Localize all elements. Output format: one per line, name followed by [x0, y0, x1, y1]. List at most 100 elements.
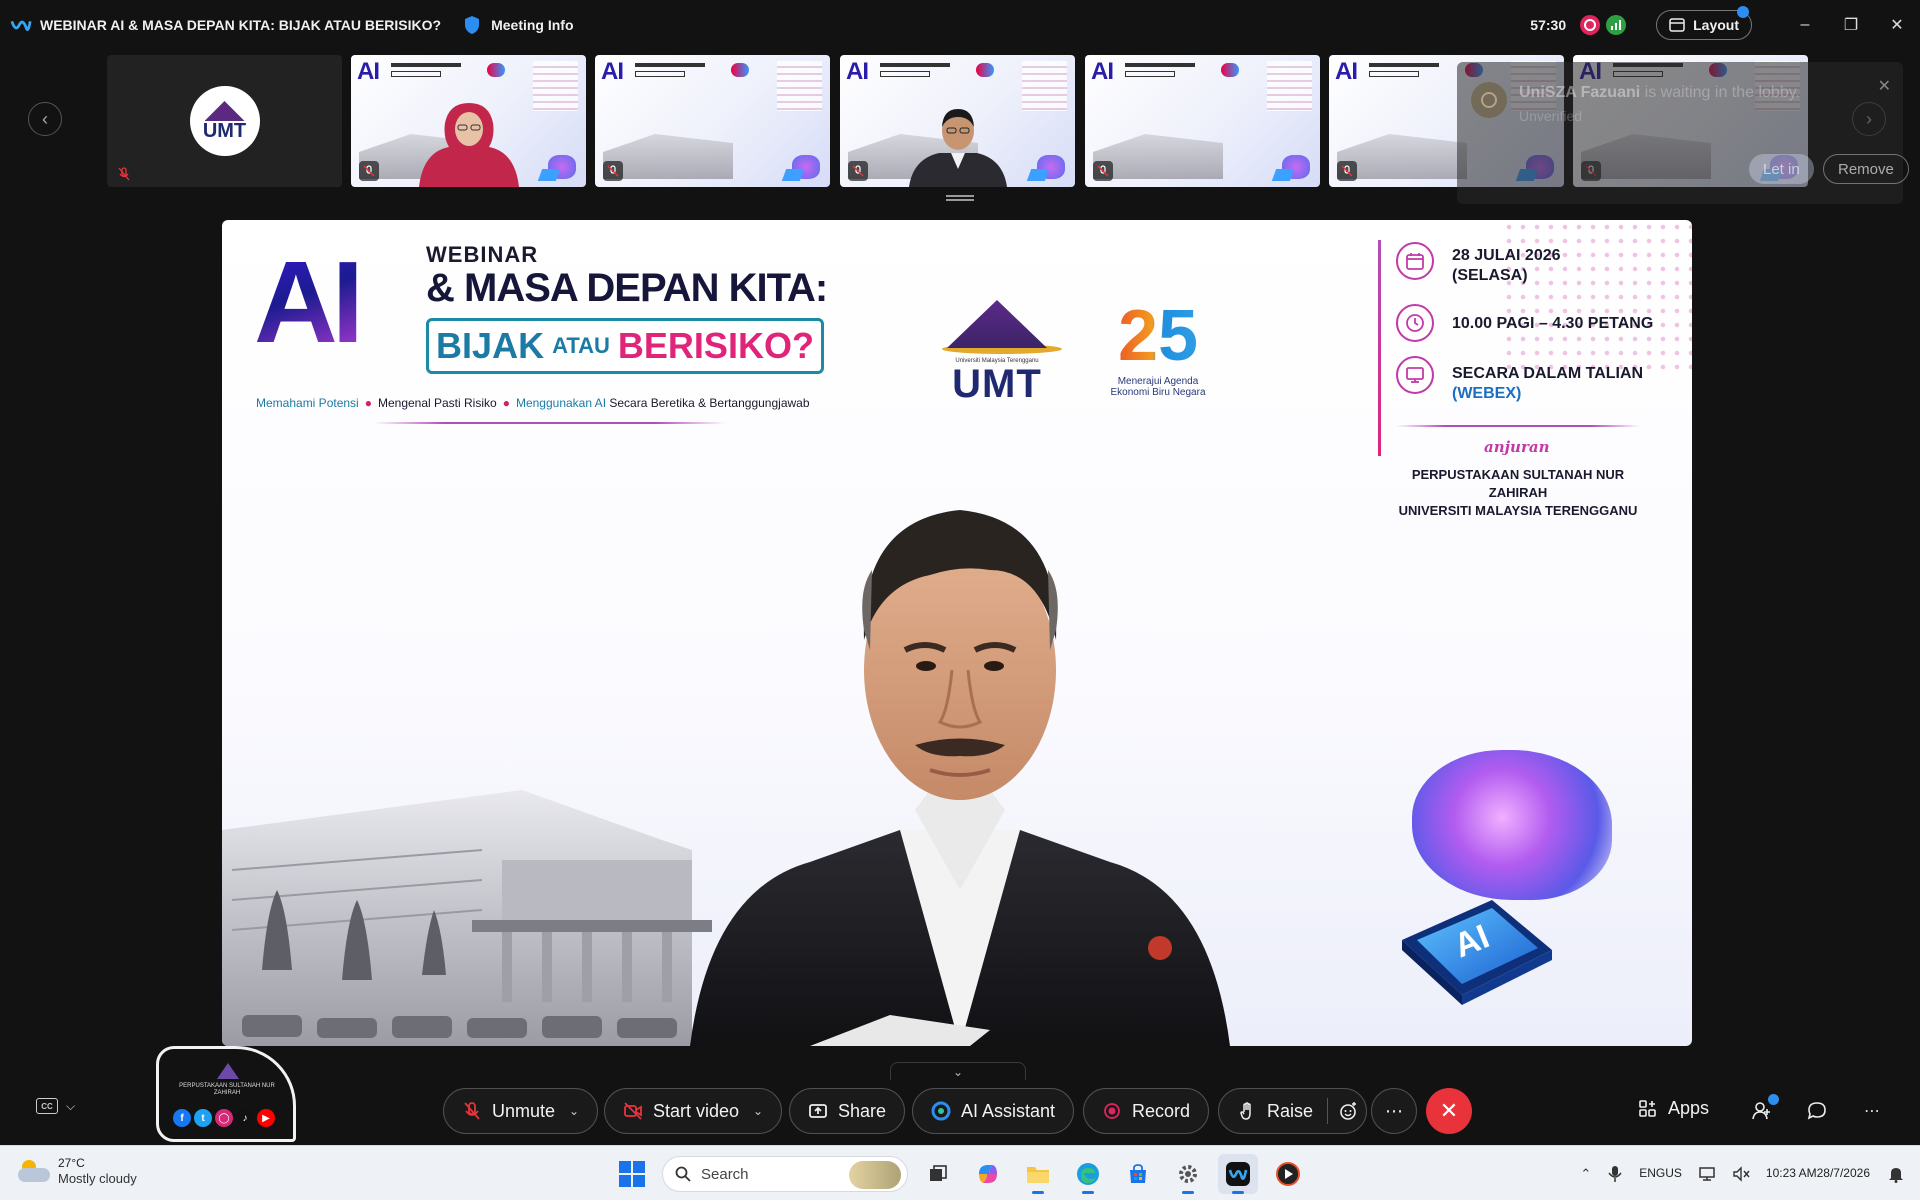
participant-thumb-5[interactable]: AI	[1085, 55, 1320, 187]
store-app[interactable]	[1118, 1154, 1158, 1194]
chevron-down-icon[interactable]: ⌄	[753, 1104, 763, 1118]
apps-button[interactable]: Apps	[1638, 1098, 1709, 1119]
minimize-icon: –	[1800, 16, 1810, 33]
strip-resize-handle[interactable]	[946, 195, 974, 201]
participants-button[interactable]	[1745, 1094, 1779, 1128]
share-button[interactable]: Share	[789, 1088, 906, 1134]
media-player-app[interactable]	[1268, 1154, 1308, 1194]
folder-icon	[1027, 1167, 1049, 1183]
unmute-button[interactable]: Unmute ⌄	[443, 1088, 599, 1134]
close-icon: ✕	[1890, 17, 1904, 34]
closed-captions-icon: CC	[36, 1098, 58, 1114]
chevron-down-icon: ⌄	[952, 1064, 964, 1079]
participant-thumb-4[interactable]: AI	[840, 55, 1075, 187]
avatar-icon	[1471, 82, 1507, 118]
let-in-button[interactable]: Let in	[1749, 154, 1814, 184]
layout-grid-icon	[1669, 18, 1685, 32]
slide-tagline: Memahami Potensi ● Mengenal Pasti Risiko ● M…	[256, 396, 810, 410]
webex-logo-icon	[10, 20, 32, 31]
minimize-button[interactable]: –	[1782, 0, 1828, 50]
settings-app[interactable]	[1168, 1154, 1208, 1194]
task-view-button[interactable]	[918, 1154, 958, 1194]
reactions-icon[interactable]	[1338, 1101, 1358, 1121]
weather-widget[interactable]: 27°C Mostly cloudy	[18, 1155, 137, 1187]
divider	[1378, 240, 1381, 456]
share-icon	[809, 1104, 827, 1118]
muted-mic-icon	[603, 161, 623, 181]
volume-tray-button[interactable]	[1732, 1165, 1750, 1182]
record-button[interactable]: Record	[1083, 1088, 1210, 1134]
close-icon: ✕	[1439, 1098, 1459, 1123]
language-indicator[interactable]: ENG US	[1639, 1166, 1682, 1181]
more-panels-button[interactable]: ⋯	[1855, 1094, 1889, 1128]
strip-prev-button[interactable]: ‹	[28, 102, 62, 136]
webex-icon	[1226, 1162, 1250, 1186]
close-notification-icon[interactable]: ✕	[1878, 76, 1891, 96]
windows-taskbar: 27°C Mostly cloudy Search ⌃ ENG US 10:23…	[0, 1145, 1920, 1200]
meeting-title: WEBINAR AI & MASA DEPAN KITA: BIJAK ATAU…	[40, 17, 442, 33]
slide-bijak-box: BIJAK ATAU BERISIKO?	[426, 318, 824, 374]
participant-thumb-1[interactable]: UMT	[107, 55, 342, 187]
lobby-notification: UniSZA Fazuani is waiting in the lobby. …	[1457, 62, 1909, 204]
recording-indicator-icon[interactable]	[1580, 15, 1601, 35]
ai-assistant-icon	[931, 1101, 951, 1121]
volume-muted-icon	[1733, 1165, 1750, 1182]
taskbar-apps: Search	[612, 1152, 1308, 1196]
webex-app[interactable]	[1218, 1154, 1258, 1194]
ai-assistant-button[interactable]: AI Assistant	[912, 1088, 1075, 1134]
participant-thumb-3[interactable]: AI	[595, 55, 830, 187]
collapse-controls-tab[interactable]: ⌄	[890, 1062, 1026, 1080]
layout-notification-dot	[1737, 6, 1749, 18]
taskbar-search[interactable]: Search	[662, 1156, 908, 1192]
restore-button[interactable]: ❐	[1828, 0, 1874, 50]
start-video-button[interactable]: Start video ⌄	[604, 1088, 783, 1134]
network-health-icon[interactable]	[1606, 15, 1627, 35]
clock-date: 28/7/2026	[1816, 1166, 1870, 1180]
close-window-button[interactable]: ✕	[1874, 0, 1920, 50]
raise-hand-icon	[1240, 1102, 1251, 1120]
meeting-info-button[interactable]: Meeting Info	[491, 17, 573, 33]
more-options-button[interactable]: ⋯	[1371, 1088, 1417, 1134]
lobby-message: UniSZA Fazuani is waiting in the lobby.	[1519, 84, 1800, 101]
title-bar: WEBINAR AI & MASA DEPAN KITA: BIJAK ATAU…	[0, 0, 1920, 50]
notifications-button[interactable]	[1888, 1165, 1904, 1183]
active-speaker-video: AI WEBINAR & MASA DEPAN KITA: BIJAK ATAU…	[222, 220, 1692, 1046]
notification-bell-icon	[1889, 1167, 1903, 1183]
raise-hand-button[interactable]: Raise	[1218, 1088, 1368, 1134]
network-icon	[1699, 1166, 1715, 1181]
task-view-icon	[930, 1165, 947, 1181]
microphone-tray-button[interactable]	[1607, 1165, 1623, 1183]
show-hidden-icons-button[interactable]: ⌃	[1580, 1166, 1591, 1182]
chevron-down-icon[interactable]: ⌄	[569, 1104, 579, 1118]
search-icon	[675, 1166, 691, 1182]
video-off-icon	[624, 1102, 642, 1120]
file-explorer-app[interactable]	[1018, 1154, 1058, 1194]
decorative-dots	[1502, 220, 1692, 370]
meeting-controls: CC ⌵ Unmute ⌄ Start video ⌄ Share AI Ass…	[0, 1080, 1920, 1144]
layout-label: Layout	[1693, 17, 1739, 33]
meeting-timer: 57:30	[1530, 17, 1567, 33]
shield-icon[interactable]	[463, 15, 481, 35]
captions-button[interactable]: CC ⌵	[36, 1098, 75, 1114]
play-icon	[1276, 1162, 1300, 1186]
divider	[1396, 425, 1640, 427]
participant-thumb-2[interactable]: AI	[351, 55, 586, 187]
partly-cloudy-icon	[18, 1160, 50, 1182]
store-icon	[1130, 1164, 1146, 1183]
network-tray-button[interactable]	[1698, 1166, 1716, 1182]
edge-browser-app[interactable]	[1068, 1154, 1108, 1194]
chat-button[interactable]	[1800, 1094, 1834, 1128]
umt-logo: Universiti Malaysia Terengganu UMT	[942, 300, 1062, 404]
chevron-up-icon: ⌃	[1580, 1165, 1592, 1181]
windows-start-button[interactable]	[612, 1154, 652, 1194]
layout-button[interactable]: Layout	[1656, 6, 1752, 40]
copilot-app[interactable]	[968, 1154, 1008, 1194]
participants-notification-dot	[1768, 1094, 1779, 1105]
gear-icon	[1179, 1165, 1197, 1183]
muted-mic-icon	[118, 167, 130, 181]
taskbar-clock[interactable]: 10:23 AM 28/7/2026	[1766, 1165, 1870, 1182]
leave-meeting-button[interactable]: ✕	[1426, 1088, 1472, 1134]
apps-icon	[1639, 1099, 1656, 1117]
chevron-left-icon: ‹	[42, 108, 48, 129]
remove-button[interactable]: Remove	[1823, 154, 1909, 184]
